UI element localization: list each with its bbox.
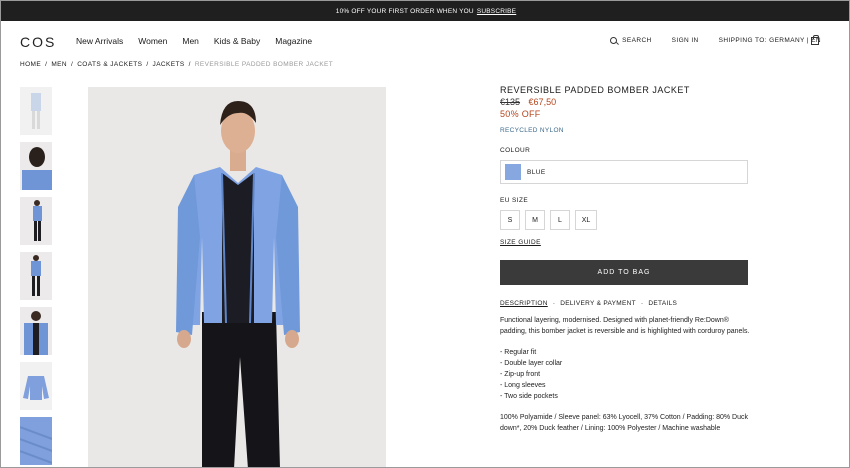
thumbnail-image [22,147,52,190]
add-to-bag-button[interactable]: ADD TO BAG [500,260,748,285]
breadcrumb-coats-jackets[interactable]: COATS & JACKETS [77,61,142,68]
nav-kids-baby[interactable]: Kids & Baby [214,36,260,46]
thumbnail-7[interactable] [20,417,52,465]
product-title: REVERSIBLE PADDED BOMBER JACKET [500,85,690,95]
size-xl-button[interactable]: XL [575,210,597,230]
size-l-button[interactable]: L [550,210,570,230]
feature-item: - Regular fit [500,349,537,356]
search-button[interactable]: SEARCH [610,37,652,44]
breadcrumb-separator: / [146,61,149,68]
breadcrumb-men[interactable]: MEN [51,61,67,68]
breadcrumb-separator: / [188,61,191,68]
subscribe-link[interactable]: SUBSCRIBE [477,8,516,15]
search-label: SEARCH [622,37,652,44]
feature-list: - Regular fit - Double layer collar - Zi… [500,347,750,402]
thumbnail-image [31,255,41,296]
thumbnail-image [24,311,48,355]
model-photo [88,87,386,467]
product-description: Functional layering, modernised. Designe… [500,315,750,434]
breadcrumb-separator: / [70,61,74,68]
size-guide-link[interactable]: SIZE GUIDE [500,239,750,246]
breadcrumb-separator: / [45,61,48,68]
colour-selector[interactable]: BLUE [500,160,748,184]
discount-badge: 50% OFF [500,109,541,119]
thumbnail-image [33,200,42,241]
feature-item: - Two side pockets [500,393,558,400]
breadcrumb-jackets[interactable]: JACKETS [153,61,185,68]
thumbnail-3[interactable] [20,197,52,245]
nav-new-arrivals[interactable]: New Arrivals [76,36,123,46]
original-price: €135 [500,97,521,107]
feature-item: - Zip-up front [500,371,541,378]
size-label: EU SIZE [500,197,529,204]
feature-item: - Long sleeves [500,382,546,389]
product-main-image[interactable] [88,87,386,467]
thumbnail-6[interactable] [20,362,52,410]
browser-frame: { "promo": { "text": "10% OFF YOUR FIRST… [0,0,850,468]
sign-in-link[interactable]: SIGN IN [672,37,699,44]
thumbnail-2[interactable] [20,142,52,190]
breadcrumb: HOME / MEN / COATS & JACKETS / JACKETS /… [20,61,337,68]
main-nav: New Arrivals Women Men Kids & Baby Magaz… [76,36,327,46]
tab-description[interactable]: DESCRIPTION [500,300,548,307]
colour-value: BLUE [527,168,546,176]
nav-magazine[interactable]: Magazine [275,36,312,46]
search-icon [610,37,618,44]
size-s-button[interactable]: S [500,210,520,230]
colour-label: COLOUR [500,147,531,154]
thumbnail-5[interactable] [20,307,52,355]
nav-women[interactable]: Women [138,36,167,46]
breadcrumb-home[interactable]: HOME [20,61,41,68]
product-panel: REVERSIBLE PADDED BOMBER JACKET €135 €67… [500,85,750,444]
composition-text: 100% Polyamide / Sleeve panel: 63% Lyoce… [500,414,749,432]
thumbnail-image [31,93,41,129]
feature-item: - Double layer collar [500,360,563,367]
thumbnail-4[interactable] [20,252,52,300]
thumbnail-image [20,426,52,464]
size-m-button[interactable]: M [525,210,545,230]
header-utilities: SEARCH SIGN IN SHIPPING TO: GERMANY | EN [590,37,821,44]
site-header: COS New Arrivals Women Men Kids & Baby M… [1,21,849,61]
description-intro: Functional layering, modernised. Designe… [500,317,750,335]
breadcrumb-current: REVERSIBLE PADDED BOMBER JACKET [194,61,334,68]
blue-swatch[interactable] [505,164,521,180]
nav-men[interactable]: Men [182,36,199,46]
promo-text: 10% OFF YOUR FIRST ORDER WHEN YOU [335,7,474,15]
tab-delivery-payment[interactable]: DELIVERY & PAYMENT [560,300,636,307]
tab-separator: - [640,300,644,307]
shopping-bag-icon[interactable] [811,35,819,45]
tab-separator: - [552,300,556,307]
thumbnail-1[interactable] [20,87,52,135]
price-row: €135 €67,50 [500,97,750,107]
material-link[interactable]: RECYCLED NYLON [500,127,750,134]
info-tabs: DESCRIPTION - DELIVERY & PAYMENT - DETAI… [500,300,750,307]
size-options: S M L XL [500,210,750,230]
shipping-selector[interactable]: SHIPPING TO: GERMANY | EN [719,37,821,44]
thumbnail-gallery [20,87,52,467]
promo-banner: 10% OFF YOUR FIRST ORDER WHEN YOU SUBSCR… [1,1,849,21]
thumbnail-image [23,376,49,400]
tab-details[interactable]: DETAILS [648,300,677,307]
cos-logo[interactable]: COS [20,34,56,50]
sale-price: €67,50 [528,97,557,107]
